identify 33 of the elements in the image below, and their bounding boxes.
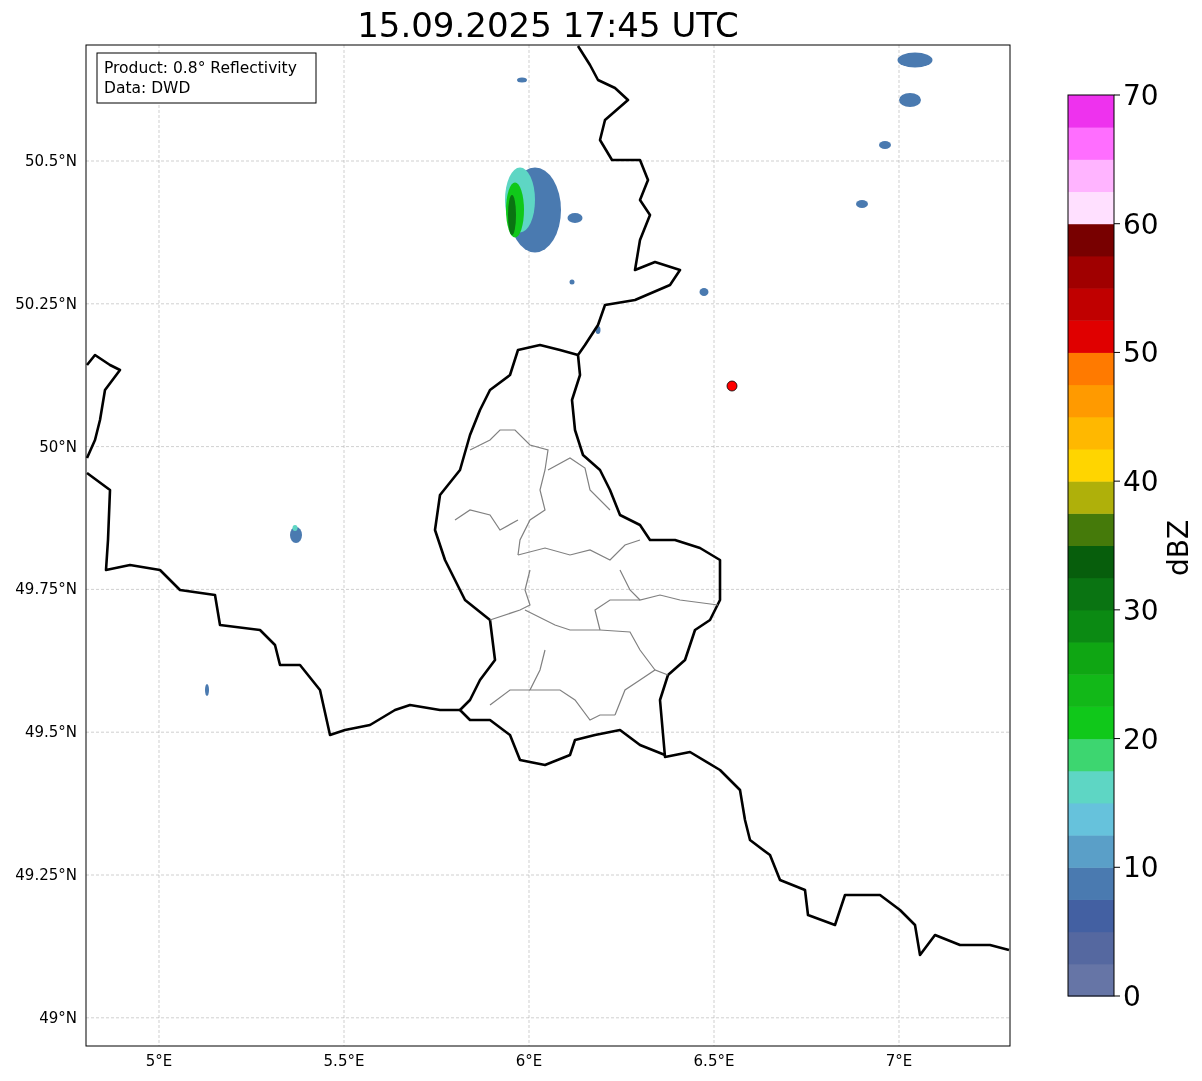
longitude-label: 6°E	[515, 1052, 543, 1070]
colorbar-tick-label: 60	[1123, 207, 1159, 241]
colorbar-tick-label: 40	[1123, 465, 1159, 499]
colorbar-tick	[1113, 480, 1121, 482]
colorbar-tick	[1113, 609, 1121, 611]
longitude-label: 6.5°E	[693, 1052, 735, 1070]
colorbar-tick-label: 50	[1123, 336, 1159, 370]
colorbar-tick-label: 10	[1123, 851, 1159, 885]
longitude-label: 7°E	[885, 1052, 913, 1070]
latitude-label: 49.25°N	[15, 866, 77, 884]
colorbar-tick	[1113, 223, 1121, 225]
colorbar-tick	[1113, 351, 1121, 353]
info-text: Data: DWD	[104, 79, 191, 97]
longitude-label: 5.5°E	[323, 1052, 365, 1070]
chart-title: 15.09.2025 17:45 UTC	[357, 5, 739, 45]
colorbar-label: dBZ	[1162, 519, 1195, 577]
longitude-label: 5°E	[145, 1052, 173, 1070]
latitude-label: 49°N	[39, 1008, 77, 1027]
colorbar-tick	[1113, 738, 1121, 740]
latitude-label: 49.5°N	[24, 723, 77, 742]
colorbar-tick-label: 0	[1123, 980, 1141, 1013]
colorbar-tick-label: 20	[1123, 722, 1159, 756]
latitude-label: 50°N	[39, 437, 77, 456]
info-text: Product: 0.8° Reflectivity	[104, 59, 297, 77]
latitude-label: 49.75°N	[15, 580, 77, 599]
station-marker	[726, 380, 738, 392]
colorbar-tick	[1113, 995, 1121, 997]
latitude-label: 50.5°N	[24, 152, 77, 170]
colorbar-tick	[1113, 94, 1121, 96]
latitude-label: 50.25°N	[15, 294, 77, 313]
colorbar-tick-label: 30	[1123, 593, 1159, 627]
colorbar-tick-label: 70	[1123, 79, 1159, 112]
colorbar-tick	[1113, 866, 1121, 868]
